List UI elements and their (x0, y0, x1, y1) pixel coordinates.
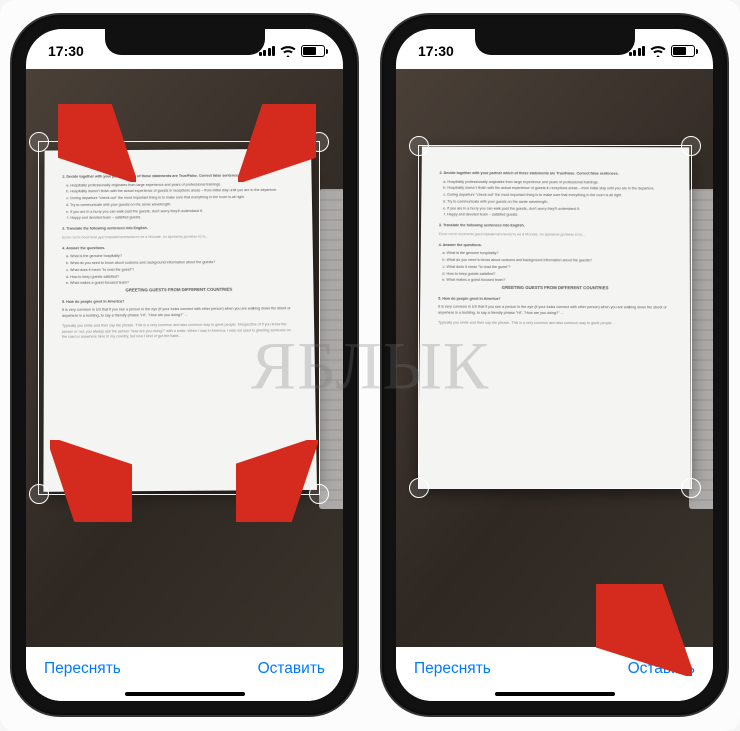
status-time: 17:30 (48, 43, 84, 59)
notch (105, 29, 265, 55)
crop-handle-bottom-right[interactable] (309, 484, 329, 504)
crop-handle-top-left[interactable] (29, 132, 49, 152)
screen: 17:30 2. Decide together with your partn… (396, 29, 713, 701)
crop-handle-top-right[interactable] (309, 132, 329, 152)
retake-button[interactable]: Переснять (414, 660, 491, 678)
crop-rectangle[interactable] (38, 141, 320, 495)
wifi-icon (280, 45, 296, 57)
keep-button[interactable]: Оставить (628, 660, 695, 678)
scan-viewport: 2. Decide together with your partner whi… (396, 69, 713, 647)
battery-icon (671, 45, 695, 57)
battery-icon (301, 45, 325, 57)
crop-handle-top-right[interactable] (681, 136, 701, 156)
phone-mockup-right: 17:30 2. Decide together with your partn… (382, 15, 727, 715)
home-indicator[interactable] (125, 692, 245, 696)
crop-rectangle[interactable] (418, 145, 692, 489)
crop-handle-bottom-right[interactable] (681, 478, 701, 498)
scan-viewport: 2. Decide together with your partner whi… (26, 69, 343, 647)
status-time: 17:30 (418, 43, 454, 59)
crop-handle-bottom-left[interactable] (409, 478, 429, 498)
retake-button[interactable]: Переснять (44, 660, 121, 678)
crop-handle-top-left[interactable] (409, 136, 429, 156)
notch (475, 29, 635, 55)
wifi-icon (650, 45, 666, 57)
crop-handle-bottom-left[interactable] (29, 484, 49, 504)
phone-mockup-left: 17:30 2. Decide together with your partn… (12, 15, 357, 715)
keep-button[interactable]: Оставить (258, 660, 325, 678)
screen: 17:30 2. Decide together with your partn… (26, 29, 343, 701)
home-indicator[interactable] (495, 692, 615, 696)
